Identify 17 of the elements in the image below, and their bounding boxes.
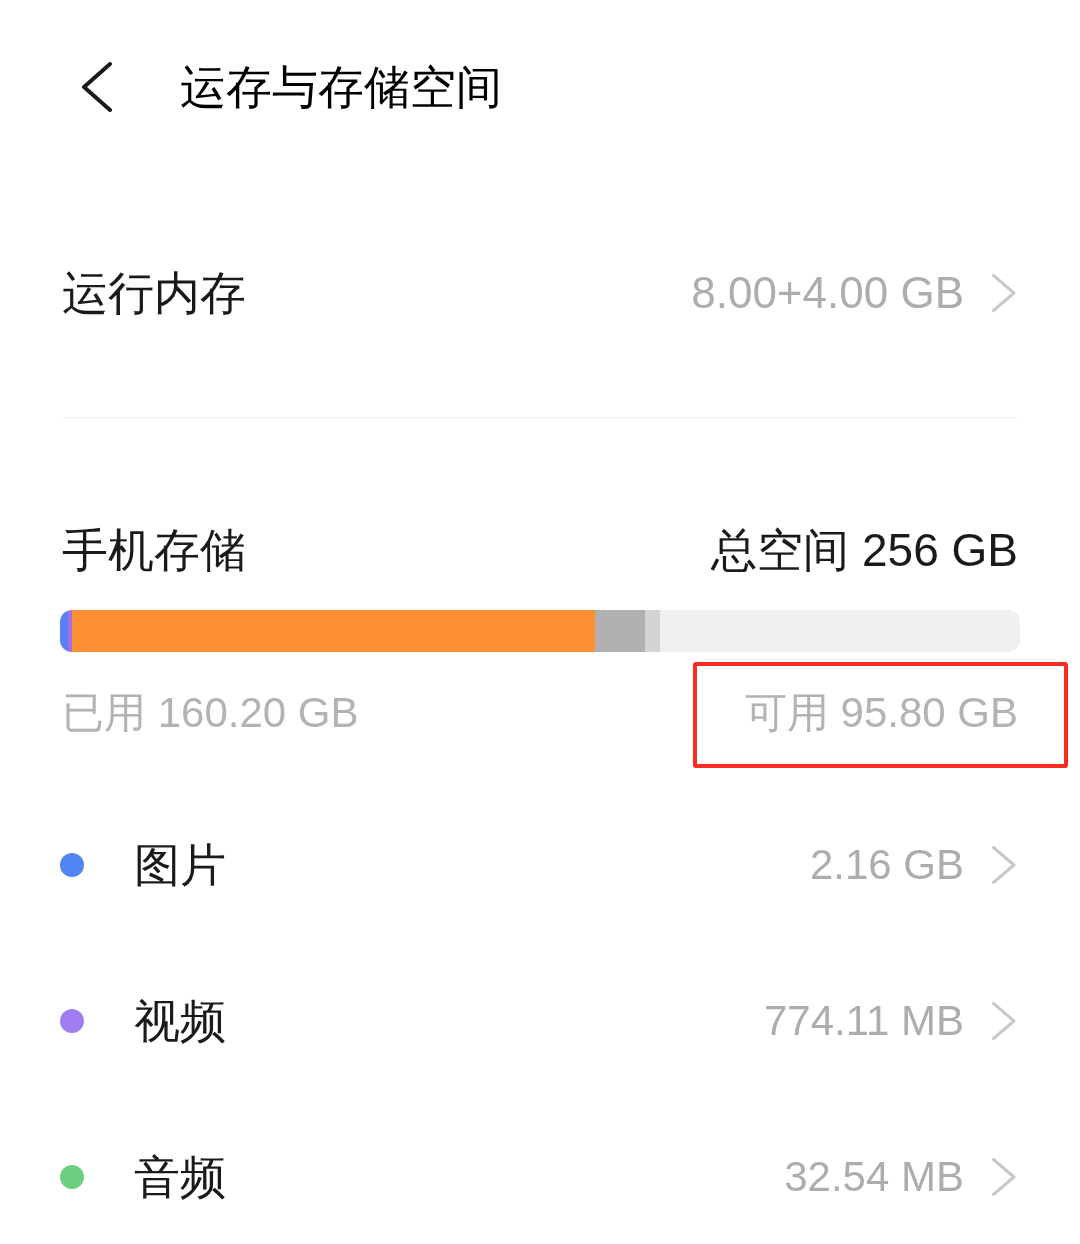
- category-size: 774.11 MB: [764, 1000, 964, 1042]
- used-space: 已用 160.20 GB: [62, 692, 359, 734]
- chevron-right-icon: [992, 274, 1016, 312]
- category-label[interactable]: 视频: [134, 998, 226, 1044]
- category-size: 2.16 GB: [809, 844, 964, 886]
- storage-label: 手机存储: [62, 527, 246, 573]
- ram-label[interactable]: 运行内存: [62, 270, 246, 316]
- chevron-right-icon: [992, 1158, 1016, 1196]
- chevron-right-icon: [992, 1002, 1016, 1040]
- available-space: 可用 95.80 GB: [744, 692, 1018, 734]
- category-label[interactable]: 图片: [134, 842, 226, 888]
- category-label[interactable]: 音频: [134, 1154, 226, 1200]
- ram-value: 8.00+4.00 GB: [691, 271, 964, 315]
- page-title: 运存与存储空间: [180, 64, 502, 110]
- chevron-right-icon: [992, 846, 1016, 884]
- category-size: 32.54 MB: [784, 1156, 964, 1198]
- total-capacity: 总空间 256 GB: [711, 527, 1018, 573]
